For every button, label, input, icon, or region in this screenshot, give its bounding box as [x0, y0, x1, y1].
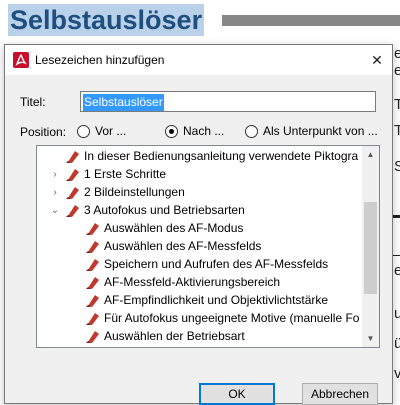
bookmark-icon: [65, 184, 81, 200]
radio-before[interactable]: Vor ...: [77, 123, 126, 139]
bookmark-icon: [85, 310, 101, 326]
title-field[interactable]: Selbstauslöser: [80, 91, 376, 112]
tree-item-label: 1 Erste Schritte: [84, 167, 167, 181]
radio-after[interactable]: Nach ...: [165, 123, 224, 139]
bookmark-icon: [65, 148, 81, 164]
tree-item[interactable]: Auswählen der Betriebsart: [69, 327, 245, 345]
dialog-titlebar: Lesezeichen hinzufügen ✕: [5, 45, 392, 75]
expand-toggle-icon[interactable]: ›: [49, 187, 61, 198]
radio-child-label: Als Unterpunkt von ...: [263, 124, 378, 138]
ok-button[interactable]: OK: [199, 383, 275, 405]
doc-fragment: er: [394, 62, 400, 79]
bookmark-icon: [85, 238, 101, 254]
tree-item[interactable]: Auswählen des AF-Modus: [69, 219, 243, 237]
document-heading: Selbstauslöser: [8, 4, 205, 36]
tree-item-label: Für Autofokus ungeeignete Motive (manuel…: [104, 311, 360, 325]
radio-before-button[interactable]: [77, 124, 90, 138]
tree-item[interactable]: › 2 Bildeinstellungen: [49, 183, 185, 201]
tree-item[interactable]: ⌄ 3 Autofokus und Betriebsarten: [49, 201, 245, 219]
add-bookmark-dialog: Lesezeichen hinzufügen ✕ Titel: Selbstau…: [4, 44, 393, 405]
tree-item-label: In dieser Bedienungsanleitung verwendete…: [84, 149, 359, 163]
bookmark-tree[interactable]: In dieser Bedienungsanleitung verwendete…: [36, 145, 380, 348]
tree-item-label: Speichern und Aufrufen des AF-Messfelds: [104, 257, 329, 271]
radio-child[interactable]: Als Unterpunkt von ...: [245, 123, 378, 139]
tree-item-label: Auswählen des AF-Modus: [104, 221, 244, 235]
tree-scrollbar[interactable]: ▲ ▼: [362, 146, 379, 347]
close-button[interactable]: ✕: [362, 45, 392, 75]
doc-fragment: T: [394, 96, 400, 113]
bookmark-icon: [85, 274, 101, 290]
expand-toggle-icon[interactable]: ⌄: [49, 205, 61, 216]
doc-bar: [393, 215, 400, 218]
scroll-thumb[interactable]: [364, 202, 377, 294]
doc-fragment: Se: [394, 158, 400, 175]
heading-rule: [222, 15, 400, 26]
title-field-value: Selbstauslöser: [83, 94, 164, 111]
scroll-down-arrow-icon[interactable]: ▼: [362, 330, 379, 347]
tree-item[interactable]: Für Autofokus ungeeignete Motive (manuel…: [69, 309, 359, 327]
scroll-up-arrow-icon[interactable]: ▲: [362, 146, 379, 163]
doc-fragment: er: [394, 45, 400, 62]
doc-fragment: ür: [394, 335, 400, 352]
bookmark-icon: [65, 202, 81, 218]
tree-item[interactable]: › 1 Erste Schritte: [49, 165, 166, 183]
tree-item-label: AF-Empfindlichkeit und Objektivlichtstär…: [104, 293, 329, 307]
bookmark-icon: [85, 256, 101, 272]
tree-item-label: 3 Autofokus und Betriebsarten: [84, 203, 245, 217]
position-label: Position:: [20, 125, 67, 139]
bookmark-icon: [85, 328, 101, 344]
tree-item[interactable]: In dieser Bedienungsanleitung verwendete…: [49, 147, 358, 165]
radio-after-label: Nach ...: [183, 124, 225, 138]
cancel-button[interactable]: Abbrechen: [302, 383, 378, 405]
tree-item-label: 2 Bildeinstellungen: [84, 185, 185, 199]
tree-item[interactable]: AF-Messfeld-Aktivierungsbereich: [69, 273, 280, 291]
doc-bar: [393, 255, 400, 256]
doc-fragment: ur: [394, 305, 400, 322]
tree-item-label: Auswählen der Betriebsart: [104, 329, 245, 343]
title-label: Titel:: [20, 95, 46, 109]
tree-item[interactable]: AF-Empfindlichkeit und Objektivlichtstär…: [69, 291, 328, 309]
radio-before-label: Vor ...: [95, 124, 127, 138]
doc-fragment: e: [394, 262, 400, 279]
radio-after-button[interactable]: [165, 124, 178, 138]
dialog-title: Lesezeichen hinzufügen: [35, 53, 165, 67]
bookmark-icon: [85, 292, 101, 308]
bookmark-icon: [85, 220, 101, 236]
tree-item[interactable]: Auswählen des AF-Messfelds: [69, 237, 261, 255]
tree-item-label: AF-Messfeld-Aktivierungsbereich: [104, 275, 281, 289]
tree-item[interactable]: Speichern und Aufrufen des AF-Messfelds: [69, 255, 328, 273]
bookmark-icon: [65, 166, 81, 182]
doc-fragment: Tc: [394, 122, 400, 139]
doc-fragment: vi: [394, 365, 400, 382]
tree-item-label: Auswählen des AF-Messfelds: [104, 239, 262, 253]
expand-toggle-icon[interactable]: ›: [49, 169, 61, 180]
radio-child-button[interactable]: [245, 124, 258, 138]
acrobat-icon: [13, 52, 29, 68]
